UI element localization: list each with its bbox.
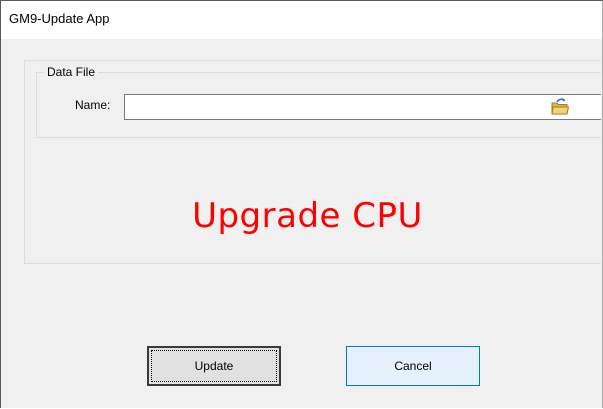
cancel-button[interactable]: Cancel <box>346 346 480 386</box>
folder-open-icon <box>551 98 570 115</box>
title-bar: GM9-Update App <box>1 1 602 39</box>
window-title: GM9-Update App <box>9 11 110 26</box>
focus-rectangle <box>151 350 277 382</box>
data-file-legend: Data File <box>44 65 99 79</box>
cancel-button-label: Cancel <box>394 359 432 373</box>
update-button[interactable]: Update <box>147 346 281 386</box>
browse-button[interactable] <box>550 97 570 117</box>
upgrade-cpu-banner: Upgrade CPU <box>192 196 423 236</box>
name-input[interactable] <box>124 94 601 120</box>
name-label: Name: <box>75 98 111 112</box>
